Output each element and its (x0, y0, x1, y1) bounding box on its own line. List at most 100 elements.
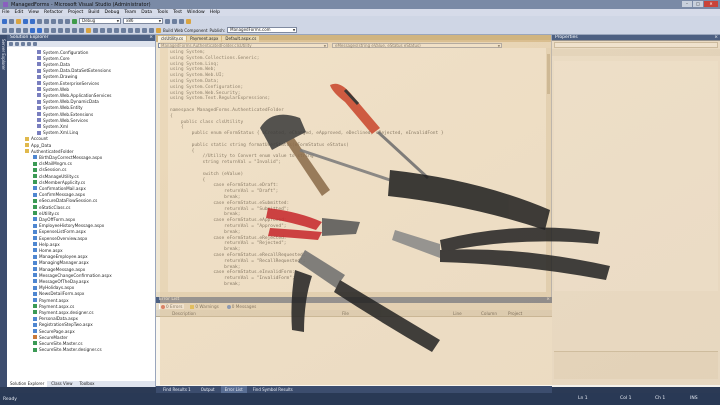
tree-item[interactable]: eUtility.cs (33, 210, 59, 216)
format-icon[interactable] (44, 27, 49, 33)
cut-icon[interactable] (37, 18, 42, 24)
column-column[interactable]: Column (481, 311, 497, 316)
align-icon[interactable] (51, 27, 56, 33)
menu-build[interactable]: Build (88, 10, 99, 15)
menu-debug[interactable]: Debug (105, 10, 120, 15)
next-bookmark-icon[interactable] (37, 27, 42, 33)
menu-window[interactable]: Window (187, 10, 205, 15)
highlight-icon[interactable] (86, 27, 91, 33)
comment-icon[interactable] (2, 27, 7, 33)
paste-icon[interactable] (51, 18, 56, 24)
tree-item[interactable]: Payment.aspx.designer.cs (33, 309, 94, 315)
properties-icon[interactable] (179, 18, 184, 24)
menu-data[interactable]: Data (141, 10, 152, 15)
column-description[interactable]: Description (172, 311, 196, 316)
tree-item[interactable]: ConfirmMessage.aspx (33, 192, 85, 198)
menu-help[interactable]: Help (210, 10, 220, 15)
tree-item[interactable]: SecurePage.aspx (33, 328, 75, 334)
view-code-icon[interactable] (27, 41, 31, 46)
close-button[interactable]: ✕ (704, 1, 718, 7)
layer-icon[interactable] (65, 27, 70, 33)
tree-item[interactable]: RegistrationStepTwo.aspx (33, 322, 93, 328)
menu-view[interactable]: View (28, 10, 39, 15)
build-web-component-icon[interactable] (156, 27, 161, 33)
bookmark-icon[interactable] (30, 27, 35, 33)
tree-item[interactable]: System.Core (37, 55, 70, 61)
table-icon[interactable] (58, 27, 63, 33)
tree-item[interactable]: DayOffForm.aspx (33, 216, 75, 222)
platform-combo[interactable]: x86 ▼ (123, 18, 163, 24)
refresh-icon[interactable] (135, 27, 140, 33)
tree-item[interactable]: EmployeeHistoryMessage.aspx (33, 223, 104, 229)
zoom-icon[interactable] (121, 27, 126, 33)
save-all-icon[interactable] (30, 18, 35, 24)
view-designer-icon[interactable] (33, 41, 37, 46)
messages-filter[interactable]: 0 Messages (225, 304, 259, 309)
tree-item[interactable]: clsMemberApplicity.cs (33, 179, 85, 185)
warnings-filter[interactable]: 0 Warnings (188, 304, 220, 309)
server-explorer-strip[interactable]: Server Explorer (0, 35, 7, 387)
tree-item[interactable]: System.Drawing (37, 74, 77, 80)
tree-item[interactable]: PersonalData.aspx (33, 316, 78, 322)
menu-tools[interactable]: Tools (157, 10, 168, 15)
tree-item[interactable]: System.Data (37, 61, 70, 67)
column-project[interactable]: Project (508, 311, 522, 316)
tree-item[interactable]: SecureSite.Master.designer.cs (33, 347, 102, 353)
tree-item[interactable]: Payment.aspx (33, 297, 69, 303)
menu-edit[interactable]: Edit (15, 10, 24, 15)
tree-item[interactable]: ManageEmployee.aspx (33, 254, 88, 260)
tree-item[interactable]: ManagingManager.aspx (33, 260, 89, 266)
code-area[interactable]: using System; using System.Collections.Ge… (156, 48, 551, 292)
menu-refactor[interactable]: Refactor (44, 10, 63, 15)
type-combo[interactable]: ManagedForms.AuthenticatedFolder.clsUtil… (158, 42, 328, 48)
object-selector-combo[interactable] (554, 42, 718, 48)
design-icon[interactable] (72, 27, 77, 33)
split-icon[interactable] (128, 27, 133, 33)
close-icon[interactable]: × (546, 297, 550, 303)
tree-item[interactable]: System.Web.Entity (37, 105, 83, 111)
tree-item[interactable]: System.Data.DataSetExtensions (37, 68, 111, 74)
tree-item[interactable]: clsMailMngm.cs (33, 161, 72, 167)
tab-solution-explorer[interactable]: Solution Explorer (7, 381, 48, 387)
close-icon[interactable]: × (149, 35, 153, 41)
minimize-button[interactable]: – (682, 1, 692, 7)
tree-item[interactable]: System.Web.DynamicData (37, 99, 99, 105)
browser-icon[interactable] (107, 27, 112, 33)
member-combo[interactable]: eMessages(string eValue, eStatus eStatus… (332, 42, 502, 48)
solution-explorer-icon[interactable] (172, 18, 177, 24)
tree-item[interactable]: System.Web (37, 86, 69, 92)
css-icon[interactable] (100, 27, 105, 33)
maximize-button[interactable]: □ (693, 1, 703, 7)
tree-item[interactable]: clsSession.cs (33, 167, 66, 173)
add-item-icon[interactable] (9, 18, 14, 24)
tree-item[interactable]: AuthenticatedFolder (25, 148, 74, 154)
open-file-icon[interactable] (16, 18, 21, 24)
tree-item[interactable]: System.Web.ApplicationServices (37, 92, 111, 98)
tab-payment-aspx[interactable]: Payment.aspx (187, 36, 222, 42)
save-icon[interactable] (23, 18, 28, 24)
tree-item[interactable]: eStaticClass.cs (33, 204, 70, 210)
stop-icon[interactable] (142, 27, 147, 33)
column-file[interactable]: File (342, 311, 349, 316)
tab-find-symbol-results[interactable]: Find Symbol Results (249, 386, 297, 393)
tree-item[interactable]: System.Configuration (37, 49, 88, 55)
tree-item[interactable]: System.Xml.Linq (37, 130, 78, 136)
menu-project[interactable]: Project (68, 10, 83, 15)
tree-item[interactable]: MessageChangeConfirmation.aspx (33, 272, 112, 278)
new-project-icon[interactable] (2, 18, 7, 24)
configuration-combo[interactable]: Debug ▼ (79, 18, 121, 24)
tree-item[interactable]: App_Data (25, 142, 51, 148)
tab-clsutility[interactable]: clsUtility.cs (158, 36, 187, 42)
source-icon[interactable] (79, 27, 84, 33)
uncomment-icon[interactable] (9, 27, 14, 33)
target-icon[interactable] (114, 27, 119, 33)
menu-file[interactable]: File (2, 10, 10, 15)
tree-item[interactable]: clsManageUtility.cs (33, 173, 79, 179)
tree-item[interactable]: ExpenseOverview.aspx (33, 235, 87, 241)
tree-item[interactable]: System.Xml (37, 123, 68, 129)
tab-class-view[interactable]: Class View (48, 381, 75, 387)
tree-item[interactable]: MyHolidays.aspx (33, 285, 74, 291)
tab-output[interactable]: Output (197, 386, 219, 393)
tree-item[interactable]: ConfirmationMail.aspx (33, 185, 86, 191)
menu-team[interactable]: Team (124, 10, 136, 15)
